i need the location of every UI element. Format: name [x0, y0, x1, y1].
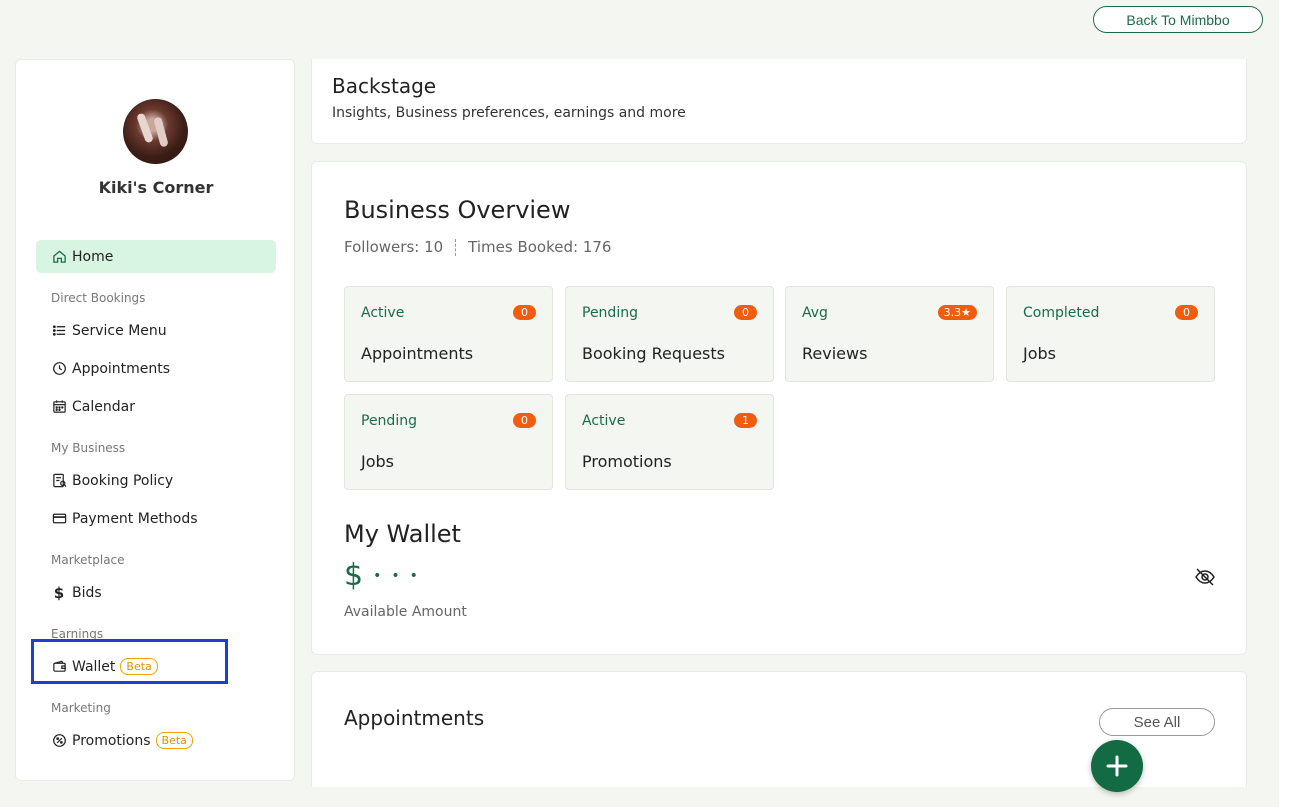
right-edge-strip: [1279, 0, 1290, 807]
masked-balance: •••: [373, 567, 428, 584]
stat-card-pending-jobs[interactable]: Pending 0 Jobs: [344, 394, 553, 490]
sidebar-item-label: Booking Policy: [72, 472, 174, 489]
stat-status: Completed: [1023, 305, 1100, 321]
sidebar-item-promotions[interactable]: Promotions Beta: [36, 724, 276, 757]
sidebar-item-payment-methods[interactable]: Payment Methods: [36, 502, 276, 535]
business-overview-card: Business Overview Followers: 10 Times Bo…: [311, 161, 1247, 655]
business-overview-title: Business Overview: [344, 196, 571, 224]
followers-count: Followers: 10: [344, 238, 444, 256]
sidebar-item-appointments[interactable]: Appointments: [36, 352, 276, 385]
sidebar-item-home[interactable]: Home: [36, 240, 276, 273]
my-wallet-title: My Wallet: [344, 520, 461, 548]
discount-icon: [51, 733, 67, 749]
stat-label: Jobs: [361, 452, 394, 471]
add-button[interactable]: [1091, 740, 1143, 792]
stat-status: Avg: [802, 305, 828, 321]
sidebar-item-service-menu[interactable]: Service Menu: [36, 314, 276, 347]
times-booked-count: Times Booked: 176: [468, 238, 612, 256]
currency-symbol: $: [344, 558, 364, 593]
overview-stats: Followers: 10 Times Booked: 176: [344, 238, 611, 256]
sidebar-item-label: Payment Methods: [72, 510, 198, 527]
stat-card-avg-reviews[interactable]: Avg 3.3★ Reviews: [785, 286, 994, 382]
back-to-mimbbo-button[interactable]: Back To Mimbbo: [1093, 6, 1263, 33]
stat-status: Active: [361, 305, 405, 321]
stat-count-badge: 0: [1175, 305, 1198, 320]
business-name: Kiki's Corner: [98, 178, 214, 197]
sidebar-item-label: Promotions: [72, 732, 151, 749]
sidebar-item-label: Home: [72, 248, 114, 265]
see-all-button[interactable]: See All: [1099, 708, 1215, 736]
stat-label: Jobs: [1023, 344, 1056, 363]
list-icon: [51, 323, 67, 339]
sidebar-item-label: Service Menu: [72, 322, 167, 339]
sidebar-item-label: Appointments: [72, 360, 171, 377]
stats-divider: [455, 238, 457, 256]
rating-badge: 3.3★: [937, 305, 977, 320]
wallet-balance: $ •••: [344, 558, 428, 593]
backstage-card: Backstage Insights, Business preferences…: [311, 59, 1247, 144]
dollar-icon: $: [53, 583, 65, 602]
credit-card-icon: [51, 511, 67, 527]
plus-icon: [1106, 755, 1128, 777]
beta-badge: Beta: [155, 732, 193, 749]
home-icon: [51, 249, 67, 265]
clock-icon: [51, 361, 67, 377]
eye-off-icon[interactable]: [1194, 566, 1216, 588]
section-label-my-business: My Business: [51, 441, 126, 455]
stat-card-active-appointments[interactable]: Active 0 Appointments: [344, 286, 553, 382]
stat-count-badge: 0: [734, 305, 757, 320]
sidebar-item-booking-policy[interactable]: Booking Policy: [36, 464, 276, 497]
section-label-marketplace: Marketplace: [51, 553, 125, 567]
stat-status: Pending: [361, 413, 417, 429]
page-bottom-background: [0, 787, 1279, 807]
stat-label: Promotions: [582, 452, 672, 471]
sidebar-item-calendar[interactable]: Calendar: [36, 390, 276, 423]
stat-count-badge: 1: [734, 413, 757, 428]
stat-card-completed-jobs[interactable]: Completed 0 Jobs: [1006, 286, 1215, 382]
sidebar-item-bids[interactable]: $ Bids: [36, 576, 276, 609]
stat-status: Pending: [582, 305, 638, 321]
appointments-title: Appointments: [344, 706, 485, 730]
stat-label: Booking Requests: [582, 344, 725, 363]
avatar[interactable]: [123, 99, 188, 164]
stat-status: Active: [582, 413, 626, 429]
stat-count-badge: 0: [513, 305, 536, 320]
section-label-direct-bookings: Direct Bookings: [51, 291, 146, 305]
calendar-icon: [51, 399, 67, 415]
section-label-marketing: Marketing: [51, 701, 111, 715]
stat-label: Appointments: [361, 344, 474, 363]
page-title: Backstage: [332, 74, 437, 98]
sidebar-item-label: Calendar: [72, 398, 135, 415]
stat-label: Reviews: [802, 344, 868, 363]
sidebar-item-label: Bids: [72, 584, 102, 601]
policy-document-icon: [51, 473, 67, 489]
available-amount-label: Available Amount: [344, 604, 467, 620]
stat-card-active-promotions[interactable]: Active 1 Promotions: [565, 394, 774, 490]
stat-card-pending-booking-requests[interactable]: Pending 0 Booking Requests: [565, 286, 774, 382]
wallet-highlight-box: [31, 639, 228, 684]
page-subtitle: Insights, Business preferences, earnings…: [332, 105, 686, 121]
stat-count-badge: 0: [513, 413, 536, 428]
